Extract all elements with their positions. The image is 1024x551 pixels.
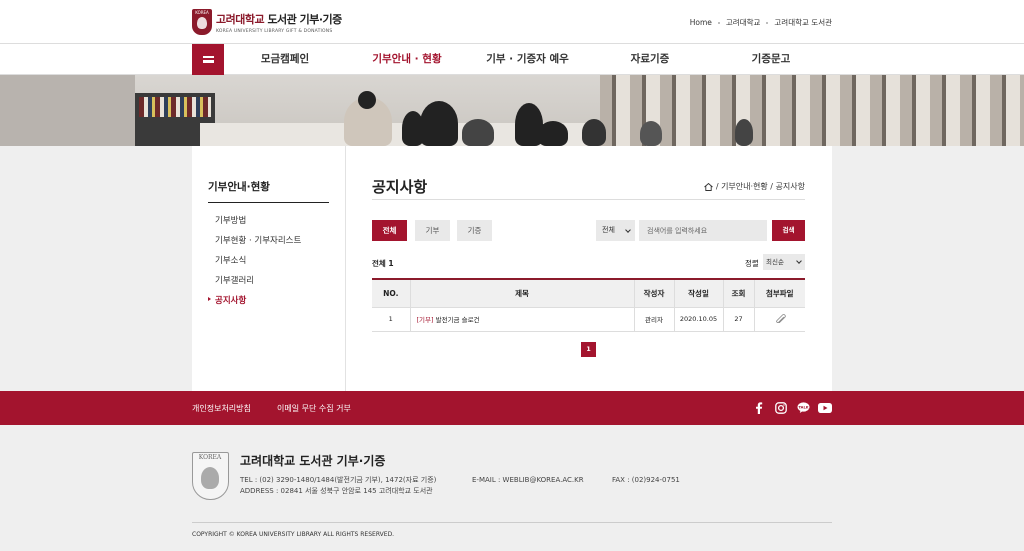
- column-header-author: 작성자: [633, 279, 674, 308]
- privacy-policy-link[interactable]: 개인정보처리방침: [192, 403, 251, 414]
- tab-all[interactable]: 전체: [372, 220, 407, 241]
- column-header-date: 작성일: [673, 279, 723, 308]
- hamburger-icon: [202, 56, 214, 63]
- footer-fax: FAX : (02)924-0751: [612, 476, 680, 484]
- notice-table: NO. 제목 작성자 작성일 조회 첨부파일 1 [기부] 발전기금 슬로건 관…: [372, 278, 805, 332]
- column-header-title: 제목: [409, 279, 634, 308]
- breadcrumb: / 기부안내·현황 / 공지사항: [704, 181, 805, 192]
- nav-item-material-donation[interactable]: 자료기증: [615, 44, 685, 75]
- search-scope-value: 전체: [602, 226, 615, 234]
- nav-item-donor-benefits[interactable]: 기부 · 기증자 예우: [480, 44, 575, 75]
- content-area: 기부안내·현황 기부방법 기부현황 · 기부자리스트 기부소식 기부갤러리 공지…: [192, 146, 832, 391]
- chevron-down-icon: [625, 227, 631, 233]
- site-logo[interactable]: 고려대학교 도서관 기부·기증 KOREA UNIVERSITY LIBRARY…: [192, 9, 342, 35]
- row-author: 관리자: [633, 307, 674, 332]
- footer-email: E-MAIL : WEBLIB@KOREA.AC.KR: [472, 476, 584, 484]
- row-title-link[interactable]: [기부] 발전기금 슬로건: [409, 307, 634, 332]
- sidebar-item-donation-method[interactable]: 기부방법: [215, 214, 246, 226]
- sort-label: 정렬: [745, 259, 759, 268]
- kakaotalk-icon[interactable]: TALK: [796, 401, 810, 415]
- tab-gift[interactable]: 기증: [457, 220, 492, 241]
- main-panel: 공지사항 / 기부안내·현황 / 공지사항 전체 기부 기증 전체 검색 전체 …: [372, 146, 805, 391]
- table-header-row: NO. 제목 작성자 작성일 조회 첨부파일: [372, 279, 805, 308]
- nav-item-donated-collections[interactable]: 기증문고: [735, 44, 807, 75]
- copyright-text: COPYRIGHT © KOREA UNIVERSITY LIBRARY ALL…: [192, 531, 395, 538]
- university-link[interactable]: 고려대학교: [726, 17, 761, 28]
- row-title: 발전기금 슬로건: [433, 316, 480, 324]
- separator-dot: [717, 21, 720, 24]
- footer-address: ADDRESS : 02841 서울 성북구 안암로 145 고려대학교 도서관: [240, 487, 433, 495]
- logo-subtitle: KOREA UNIVERSITY LIBRARY GIFT & DONATION…: [216, 28, 333, 34]
- email-refusal-link[interactable]: 이메일 무단 수집 거부: [277, 403, 351, 414]
- sidebar: 기부안내·현황 기부방법 기부현황 · 기부자리스트 기부소식 기부갤러리 공지…: [192, 146, 346, 391]
- tab-donation[interactable]: 기부: [415, 220, 450, 241]
- youtube-icon[interactable]: [818, 401, 832, 415]
- sidebar-title: 기부안내·현황: [208, 179, 329, 203]
- footer-tel: TEL : (02) 3290-1480/1484(발전기금 기부), 1472…: [240, 476, 437, 484]
- sidebar-item-notices[interactable]: 공지사항: [207, 294, 246, 306]
- home-icon[interactable]: [704, 182, 713, 191]
- library-banner-image: [0, 75, 1024, 146]
- footer-contact: TEL : (02) 3290-1480/1484(발전기금 기부), 1472…: [240, 475, 436, 497]
- table-row[interactable]: 1 [기부] 발전기금 슬로건 관리자 2020.10.05 27: [372, 307, 805, 332]
- column-header-views: 조회: [722, 279, 754, 308]
- logo-title: 고려대학교 도서관 기부·기증: [216, 12, 342, 26]
- total-count: 전체 1: [372, 259, 394, 268]
- university-emblem-icon: [192, 9, 212, 35]
- home-link[interactable]: Home: [690, 18, 712, 27]
- instagram-icon[interactable]: [774, 401, 788, 415]
- sort-value: 최신순: [766, 258, 784, 266]
- search-input[interactable]: [639, 220, 767, 241]
- search-button[interactable]: 검색: [772, 220, 805, 241]
- breadcrumb-path: / 기부안내·현황 / 공지사항: [715, 182, 805, 191]
- row-category: [기부]: [416, 316, 434, 324]
- pagination-page-1[interactable]: 1: [581, 342, 596, 357]
- site-header: 고려대학교 도서관 기부·기증 KOREA UNIVERSITY LIBRARY…: [0, 0, 1024, 44]
- footer-title: 고려대학교 도서관 기부·기증: [240, 454, 386, 468]
- footer-bar: 개인정보처리방침 이메일 무단 수집 거부 TALK: [0, 391, 1024, 425]
- nav-item-campaign[interactable]: 모금캠페인: [245, 44, 325, 75]
- sidebar-item-donation-status[interactable]: 기부현황 · 기부자리스트: [215, 234, 301, 246]
- main-nav: 모금캠페인 기부안내 · 현황 기부 · 기증자 예우 자료기증 기증문고: [0, 44, 1024, 75]
- sort-select[interactable]: 최신순: [763, 254, 805, 270]
- top-links: Home 고려대학교 고려대학교 도서관: [690, 17, 832, 28]
- row-views: 27: [722, 307, 754, 332]
- footer-divider: [192, 522, 832, 523]
- separator-dot: [766, 21, 769, 24]
- paperclip-icon[interactable]: [774, 313, 786, 324]
- sidebar-item-donation-news[interactable]: 기부소식: [215, 254, 246, 266]
- search-scope-select[interactable]: 전체: [596, 220, 635, 241]
- university-emblem-icon: [192, 452, 229, 500]
- sidebar-item-donation-gallery[interactable]: 기부갤러리: [215, 274, 254, 286]
- facebook-icon[interactable]: [752, 401, 766, 415]
- column-header-attachment: 첨부파일: [753, 279, 805, 308]
- chevron-down-icon: [796, 258, 802, 264]
- row-number: 1: [372, 307, 410, 332]
- library-link[interactable]: 고려대학교 도서관: [774, 17, 832, 28]
- hamburger-menu-button[interactable]: [192, 44, 224, 75]
- row-date: 2020.10.05: [673, 307, 723, 332]
- site-footer: 고려대학교 도서관 기부·기증 TEL : (02) 3290-1480/148…: [0, 425, 1024, 551]
- row-attachment: [753, 307, 805, 332]
- page-title: 공지사항: [372, 178, 428, 196]
- column-header-no: NO.: [372, 279, 410, 308]
- svg-text:TALK: TALK: [798, 405, 808, 409]
- title-divider: [372, 199, 805, 200]
- nav-item-donation-guide[interactable]: 기부안내 · 현황: [362, 44, 452, 75]
